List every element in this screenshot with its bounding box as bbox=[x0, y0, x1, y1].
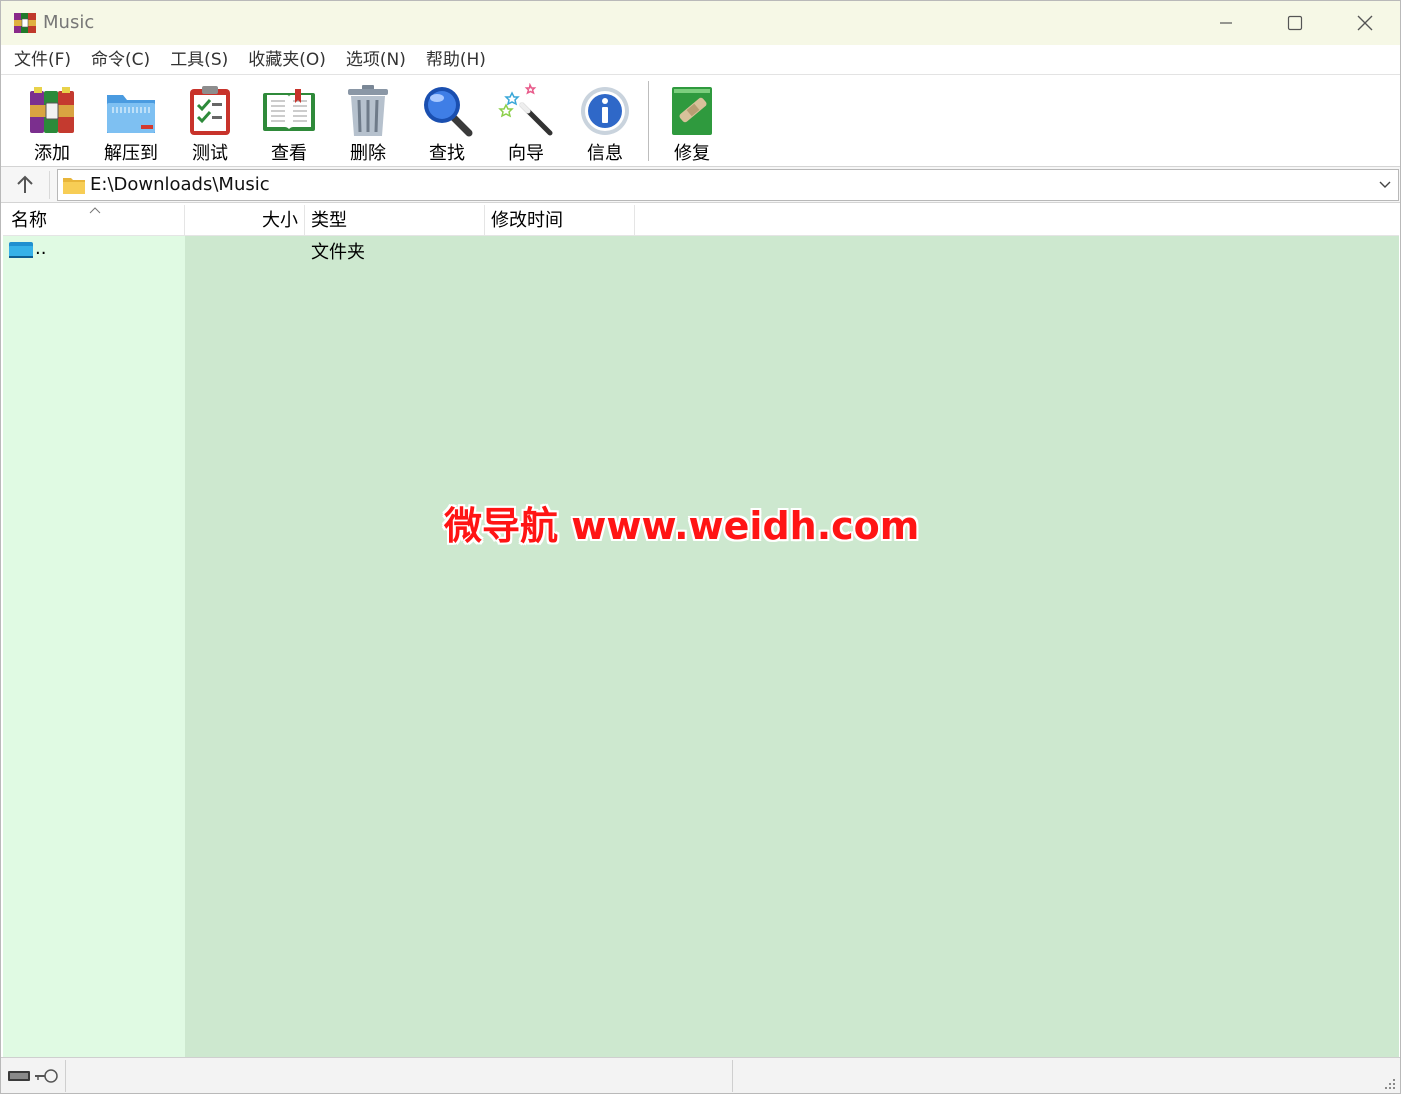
add-button[interactable]: 添加 bbox=[13, 79, 91, 164]
winrar-app-icon bbox=[14, 13, 36, 33]
chevron-down-icon[interactable] bbox=[1378, 179, 1392, 191]
column-header-modified-label: 修改时间 bbox=[491, 210, 563, 231]
title-bar[interactable]: Music bbox=[1, 1, 1400, 45]
repair-label: 修复 bbox=[674, 143, 710, 164]
repair-button[interactable]: 修复 bbox=[653, 79, 731, 164]
name-column-highlight bbox=[3, 205, 185, 1057]
toolbar-separator bbox=[648, 81, 649, 161]
address-path: E:\Downloads\Music bbox=[90, 174, 270, 195]
status-divider bbox=[65, 1060, 66, 1092]
watermark-text: 微导航 www.weidh.com bbox=[444, 504, 920, 548]
column-header-size-label: 大小 bbox=[262, 210, 298, 231]
view-button[interactable]: 查看 bbox=[250, 79, 328, 164]
repair-bandage-icon bbox=[672, 87, 712, 135]
find-label: 查找 bbox=[429, 143, 465, 164]
add-archive-icon bbox=[30, 87, 74, 133]
list-header: 名称 大小 类型 修改时间 bbox=[3, 205, 1399, 236]
column-header-size[interactable]: 大小 bbox=[185, 205, 305, 236]
parent-folder-icon bbox=[9, 242, 33, 258]
address-bar: E:\Downloads\Music bbox=[1, 167, 1400, 203]
minimize-icon bbox=[1220, 22, 1232, 24]
column-header-modified[interactable]: 修改时间 bbox=[485, 205, 635, 236]
status-bar bbox=[1, 1057, 1400, 1093]
toolbar: 添加 解压到 测试 查看 删除 查找 向导 信息 修复 bbox=[1, 75, 1400, 167]
column-header-name-label: 名称 bbox=[11, 210, 47, 231]
folder-icon bbox=[63, 178, 85, 194]
extract-to-label: 解压到 bbox=[104, 143, 158, 164]
resize-grip-icon[interactable] bbox=[1384, 1078, 1396, 1090]
up-arrow-icon[interactable] bbox=[13, 173, 37, 197]
test-button[interactable]: 测试 bbox=[171, 79, 249, 164]
minimize-button[interactable] bbox=[1191, 1, 1261, 45]
close-button[interactable] bbox=[1330, 1, 1400, 45]
menu-bar: 文件(F) 命令(C) 工具(S) 收藏夹(O) 选项(N) 帮助(H) bbox=[1, 45, 1400, 75]
menu-file[interactable]: 文件(F) bbox=[4, 45, 81, 75]
trash-icon bbox=[348, 85, 388, 136]
sort-ascending-icon bbox=[89, 207, 101, 214]
window-title: Music bbox=[43, 12, 95, 33]
status-divider bbox=[732, 1060, 733, 1092]
maximize-button[interactable] bbox=[1260, 1, 1330, 45]
view-label: 查看 bbox=[271, 143, 307, 164]
find-button[interactable]: 查找 bbox=[408, 79, 486, 164]
info-button[interactable]: 信息 bbox=[566, 79, 644, 164]
maximize-icon bbox=[1287, 15, 1303, 31]
wizard-button[interactable]: 向导 bbox=[487, 79, 565, 164]
add-label: 添加 bbox=[34, 143, 70, 164]
app-window: Music 文件(F) 命令(C) 工具(S) 收藏夹(O) 选项(N) 帮助(… bbox=[0, 0, 1401, 1094]
menu-commands[interactable]: 命令(C) bbox=[81, 45, 160, 75]
address-separator bbox=[49, 171, 50, 199]
row-name: .. bbox=[35, 238, 47, 259]
extract-to-button[interactable]: 解压到 bbox=[92, 79, 170, 164]
wizard-wand-icon bbox=[498, 83, 553, 136]
table-row[interactable]: .. 文件夹 bbox=[3, 236, 1399, 264]
column-header-type[interactable]: 类型 bbox=[305, 205, 485, 236]
column-header-type-label: 类型 bbox=[311, 210, 347, 231]
address-combobox[interactable]: E:\Downloads\Music bbox=[57, 169, 1399, 201]
drive-key-icon bbox=[8, 1069, 58, 1083]
view-book-icon bbox=[263, 89, 315, 131]
test-clipboard-icon bbox=[190, 86, 230, 135]
close-icon bbox=[1357, 15, 1373, 31]
info-label: 信息 bbox=[587, 143, 623, 164]
menu-help[interactable]: 帮助(H) bbox=[416, 45, 496, 75]
wizard-label: 向导 bbox=[508, 143, 544, 164]
row-type: 文件夹 bbox=[311, 242, 365, 263]
test-label: 测试 bbox=[192, 143, 228, 164]
extract-folder-icon bbox=[107, 95, 155, 133]
menu-options[interactable]: 选项(N) bbox=[336, 45, 416, 75]
menu-tools[interactable]: 工具(S) bbox=[160, 45, 238, 75]
info-icon bbox=[581, 87, 629, 135]
magnifier-icon bbox=[424, 87, 473, 137]
delete-label: 删除 bbox=[350, 143, 386, 164]
menu-favorites[interactable]: 收藏夹(O) bbox=[238, 45, 336, 75]
file-list[interactable]: 名称 大小 类型 修改时间 .. 文件夹 微导航 www.weidh.com bbox=[3, 205, 1399, 1057]
delete-button[interactable]: 删除 bbox=[329, 79, 407, 164]
column-header-name[interactable]: 名称 bbox=[3, 205, 185, 236]
